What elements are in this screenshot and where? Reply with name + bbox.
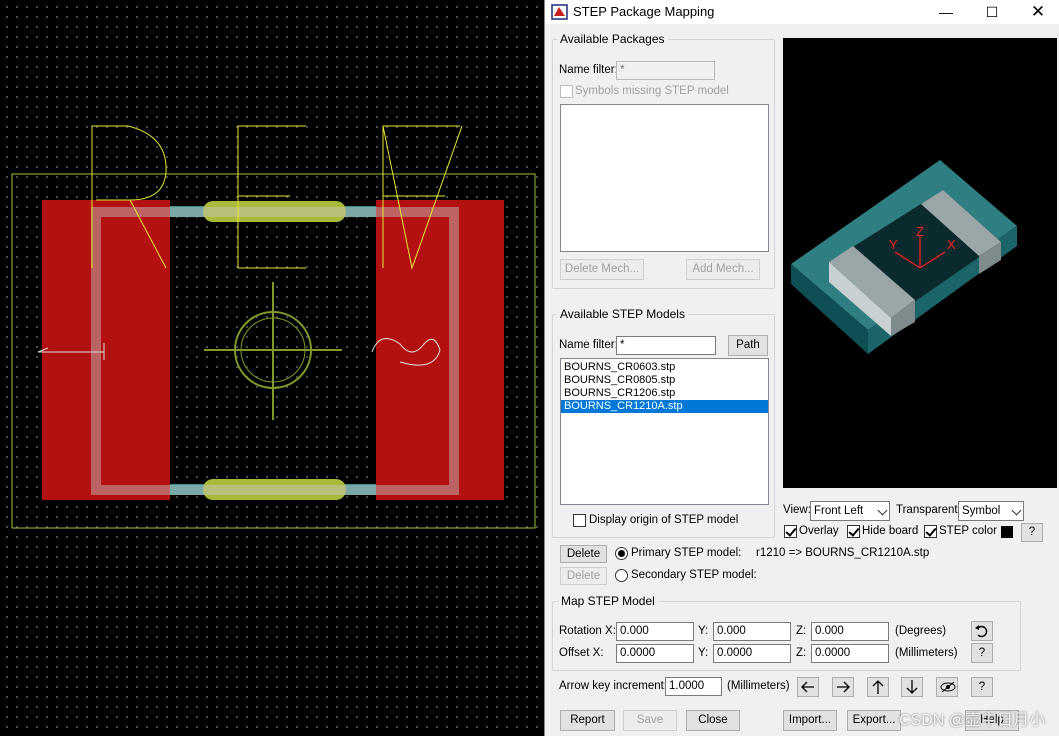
step-model-render: Y Z X bbox=[791, 160, 1017, 354]
footprint-canvas[interactable] bbox=[0, 0, 544, 736]
move-right-button[interactable] bbox=[832, 677, 854, 697]
map-help-button[interactable]: ? bbox=[971, 643, 993, 663]
move-left-button[interactable] bbox=[797, 677, 819, 697]
available-packages-label: Available Packages bbox=[557, 32, 668, 46]
pad-left bbox=[42, 200, 170, 500]
package-name-filter-label: Name filter: bbox=[559, 64, 618, 76]
preview-view-button[interactable] bbox=[936, 677, 958, 697]
path-button[interactable]: Path bbox=[728, 335, 768, 356]
step-models-list[interactable]: BOURNS_CR0603.stp BOURNS_CR0805.stp BOURNS… bbox=[560, 358, 769, 505]
step-model-item[interactable]: BOURNS_CR1210A.stp bbox=[561, 400, 768, 413]
primary-step-mapping: r1210 => BOURNS_CR1210A.stp bbox=[756, 547, 930, 559]
hide-board-label: Hide board bbox=[862, 525, 919, 537]
view-select-value: Front Left bbox=[814, 505, 864, 517]
overlay-label: Overlay bbox=[799, 525, 839, 537]
transparent-select-value: Symbol bbox=[962, 505, 1001, 517]
add-mech-button[interactable]: Add Mech... bbox=[686, 259, 760, 280]
minimize-button[interactable]: — bbox=[923, 0, 969, 24]
secondary-step-radio[interactable] bbox=[615, 569, 628, 582]
axis-y-label: Y bbox=[889, 237, 898, 252]
rotation-z-label: Z: bbox=[796, 625, 807, 637]
chevron-down-icon bbox=[1011, 505, 1022, 516]
rotation-y-label: Y: bbox=[698, 625, 709, 637]
arrow-up-icon bbox=[872, 680, 884, 694]
rotation-z-input[interactable]: 0.000 bbox=[811, 622, 889, 641]
offset-y-input[interactable]: 0.0000 bbox=[713, 644, 791, 663]
import-button[interactable]: Import... bbox=[783, 710, 837, 731]
transparent-label: Transparent: bbox=[896, 504, 961, 516]
rotate-icon bbox=[975, 625, 988, 638]
hide-board-checkbox[interactable] bbox=[847, 525, 860, 538]
window-title: STEP Package Mapping bbox=[573, 4, 715, 19]
package-name-filter-input[interactable]: * bbox=[616, 61, 715, 80]
rotation-y-input[interactable]: 0.000 bbox=[713, 622, 791, 641]
watermark-text: CSDN @壶中日月小 bbox=[898, 712, 1045, 729]
view-help-button[interactable]: ? bbox=[1021, 523, 1043, 542]
step-color-checkbox[interactable] bbox=[924, 525, 937, 538]
transparent-select[interactable]: Symbol bbox=[958, 501, 1024, 521]
move-up-button[interactable] bbox=[867, 677, 889, 697]
display-origin-checkbox[interactable] bbox=[573, 514, 586, 527]
display-origin-label: Display origin of STEP model bbox=[589, 514, 739, 526]
rotate-button[interactable] bbox=[971, 621, 993, 641]
close-window-button[interactable]: ✕ bbox=[1015, 0, 1059, 24]
step-name-filter-label: Name filter: bbox=[559, 339, 618, 351]
chevron-down-icon bbox=[877, 505, 888, 516]
arrow-increment-label: Arrow key increment: bbox=[559, 680, 668, 692]
maximize-button[interactable]: ☐ bbox=[969, 0, 1015, 24]
origin-crosshair bbox=[204, 282, 342, 420]
packages-list[interactable] bbox=[560, 104, 769, 252]
map-step-label: Map STEP Model bbox=[558, 594, 658, 608]
step-color-swatch[interactable] bbox=[1001, 526, 1013, 538]
millimeters-unit: (Millimeters) bbox=[895, 647, 958, 659]
footprint-drawing bbox=[11, 125, 536, 529]
step-package-mapping-dialog: STEP Package Mapping — ☐ ✕ Available Pac… bbox=[544, 0, 1059, 736]
secondary-step-label: Secondary STEP model: bbox=[631, 569, 757, 581]
step-model-item[interactable]: BOURNS_CR1206.stp bbox=[561, 387, 768, 400]
export-button[interactable]: Export... bbox=[847, 710, 901, 731]
step-model-item[interactable]: BOURNS_CR0805.stp bbox=[561, 374, 768, 387]
view-label: View: bbox=[783, 504, 811, 516]
step-name-filter-input[interactable]: * bbox=[616, 336, 716, 355]
rotation-x-label: Rotation X: bbox=[559, 625, 616, 637]
step-3d-preview[interactable]: Y Z X bbox=[783, 38, 1057, 488]
degrees-unit: (Degrees) bbox=[895, 625, 947, 637]
arrow-help-button[interactable]: ? bbox=[971, 677, 993, 697]
move-down-button[interactable] bbox=[901, 677, 923, 697]
offset-x-input[interactable]: 0.0000 bbox=[616, 644, 694, 663]
report-button[interactable]: Report bbox=[560, 710, 615, 731]
step-color-label: STEP color bbox=[939, 525, 997, 537]
save-button[interactable]: Save bbox=[623, 710, 677, 731]
primary-step-label: Primary STEP model: bbox=[631, 547, 742, 559]
arrow-down-icon bbox=[906, 680, 918, 694]
axis-x-label: X bbox=[947, 237, 956, 252]
delete-secondary-button[interactable]: Delete bbox=[560, 567, 607, 585]
title-bar: STEP Package Mapping — ☐ ✕ bbox=[545, 0, 1059, 24]
eye-icon bbox=[940, 681, 956, 693]
available-step-label: Available STEP Models bbox=[557, 307, 688, 321]
rotation-x-input[interactable]: 0.000 bbox=[616, 622, 694, 641]
delete-mech-button[interactable]: Delete Mech... bbox=[560, 259, 644, 280]
overlay-checkbox[interactable] bbox=[784, 525, 797, 538]
primary-step-radio[interactable] bbox=[615, 547, 628, 560]
arrow-right-icon bbox=[837, 681, 850, 693]
arrow-increment-input[interactable]: 1.0000 bbox=[665, 677, 722, 696]
offset-y-label: Y: bbox=[698, 647, 709, 659]
step-model-item[interactable]: BOURNS_CR0603.stp bbox=[561, 361, 768, 374]
view-select[interactable]: Front Left bbox=[810, 501, 890, 521]
symbols-missing-label: Symbols missing STEP model bbox=[575, 85, 729, 97]
arrow-increment-unit: (Millimeters) bbox=[727, 680, 790, 692]
app-icon bbox=[551, 4, 568, 20]
offset-z-input[interactable]: 0.0000 bbox=[811, 644, 889, 663]
symbols-missing-checkbox[interactable] bbox=[560, 85, 573, 98]
delete-primary-button[interactable]: Delete bbox=[560, 545, 607, 563]
close-button[interactable]: Close bbox=[686, 710, 740, 731]
axis-z-label: Z bbox=[916, 224, 924, 239]
arrow-left-icon bbox=[801, 681, 814, 693]
offset-x-label: Offset X: bbox=[559, 647, 604, 659]
offset-z-label: Z: bbox=[796, 647, 807, 659]
